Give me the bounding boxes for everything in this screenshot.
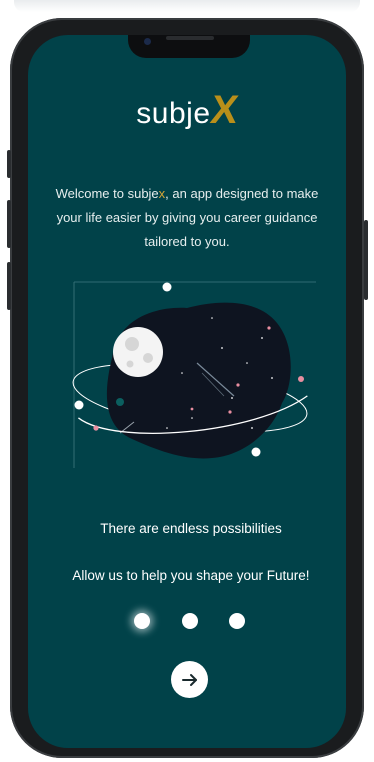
tagline-text: There are endless possibilities (100, 521, 282, 536)
phone-volume-down (7, 262, 11, 310)
moon-crater (143, 353, 153, 363)
pink-planet-dot (298, 376, 304, 382)
logo-x-mark: X (207, 88, 241, 132)
phone-volume-up (7, 200, 11, 248)
arrow-right-icon (181, 673, 197, 686)
moon (113, 327, 163, 377)
phone-side-button (7, 150, 11, 178)
planet-body (106, 302, 291, 459)
camera-icon (144, 38, 151, 45)
pink-star (190, 407, 194, 411)
logo-text: subje (136, 97, 211, 130)
top-edge-shadow (14, 0, 360, 12)
white-planet-dot (162, 282, 172, 292)
page-dot-2[interactable] (182, 613, 198, 629)
subline-text: Allow us to help you shape your Future! (72, 568, 310, 583)
app-logo: subjeX (0, 88, 374, 133)
white-planet-dot (251, 447, 261, 457)
speaker-grille (166, 36, 214, 40)
next-button[interactable] (171, 661, 208, 698)
page-dot-3[interactable] (229, 613, 245, 629)
moon-crater (125, 337, 139, 351)
pink-star (236, 383, 240, 387)
white-planet-dot (74, 400, 84, 410)
welcome-text: Welcome to subjex, an app designed to ma… (54, 182, 320, 254)
planet-illustration (72, 281, 316, 468)
page-dot-1[interactable] (134, 613, 150, 629)
dark-green-dot (116, 398, 124, 406)
phone-power-button (364, 220, 368, 300)
welcome-prefix: Welcome to subje (55, 186, 159, 201)
pink-star (267, 326, 271, 330)
pink-star (228, 410, 232, 414)
moon-crater (126, 360, 134, 368)
pink-planet-dot (93, 425, 99, 431)
